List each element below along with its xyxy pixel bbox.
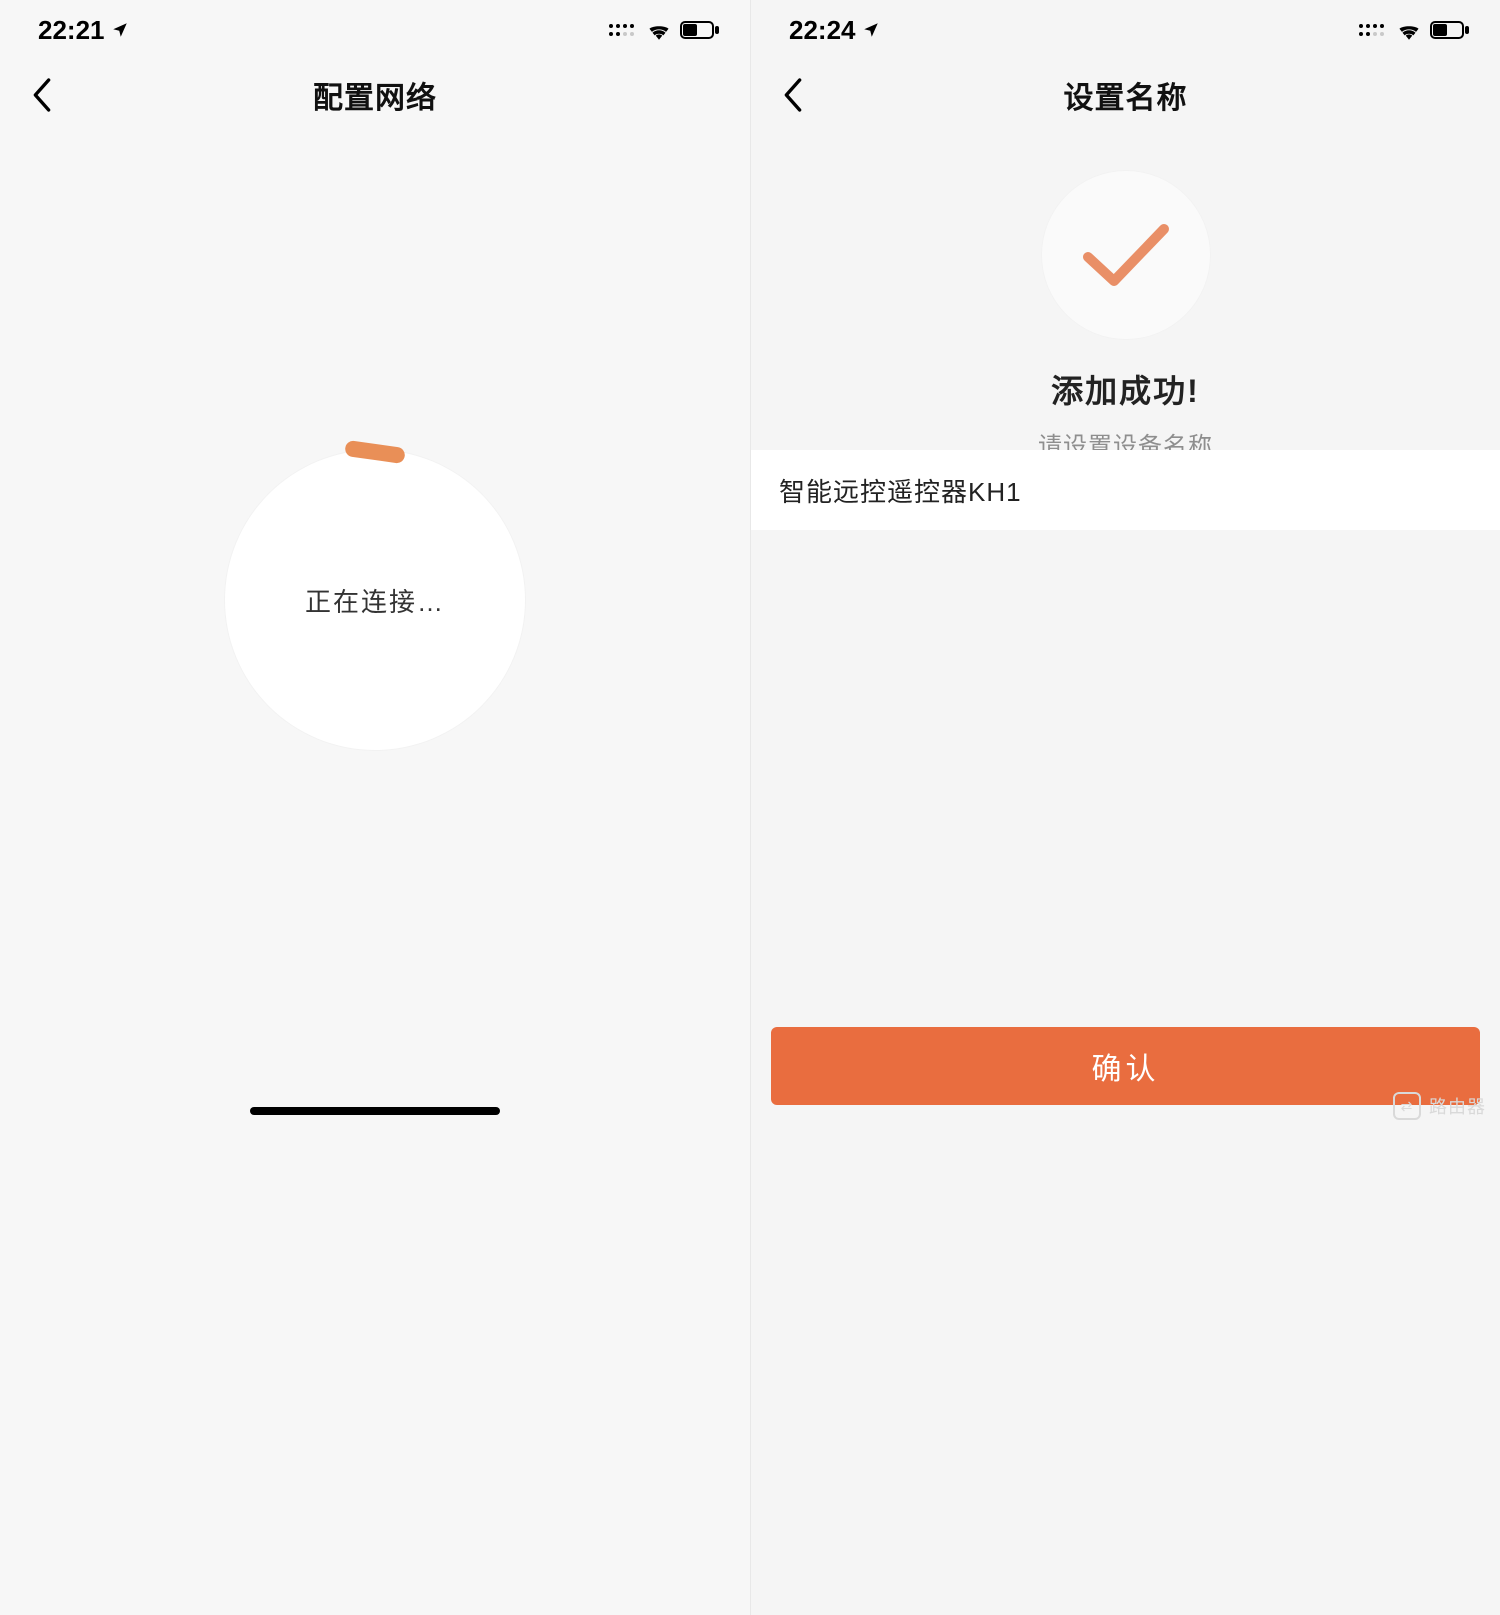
status-time: 22:24 [789, 15, 880, 46]
nav-bar: 配置网络 [0, 60, 750, 130]
connecting-circle: 正在连接… [225, 450, 525, 750]
back-button[interactable] [22, 75, 62, 115]
chevron-left-icon [783, 78, 803, 112]
watermark: ⇄ 路由器 [1393, 1092, 1486, 1120]
connecting-text: 正在连接… [305, 582, 445, 619]
clock: 22:21 [38, 15, 105, 46]
cellular-icon [1358, 21, 1388, 39]
wifi-icon [646, 20, 672, 40]
watermark-text: 路由器 [1429, 1093, 1486, 1119]
chevron-left-icon [32, 78, 52, 112]
page-title: 设置名称 [1064, 73, 1188, 117]
clock: 22:24 [789, 15, 856, 46]
back-button[interactable] [773, 75, 813, 115]
battery-icon [680, 21, 720, 39]
device-name-input[interactable] [751, 450, 1500, 530]
home-indicator[interactable] [250, 1107, 500, 1115]
status-icons [1358, 20, 1470, 40]
status-time: 22:21 [38, 15, 129, 46]
wifi-icon [1396, 20, 1422, 40]
success-circle [1041, 170, 1211, 340]
screen-set-name: 22:24 设置名称 添加成功! 请设置设备名称 确认 ⇄ 路由器 [750, 0, 1500, 1615]
nav-bar: 设置名称 [751, 60, 1500, 130]
connecting-indicator: 正在连接… [225, 450, 525, 750]
page-title: 配置网络 [313, 73, 437, 117]
confirm-button[interactable]: 确认 [771, 1027, 1480, 1105]
status-bar: 22:21 [0, 0, 750, 60]
cellular-icon [608, 21, 638, 39]
battery-icon [1430, 21, 1470, 39]
location-icon [111, 21, 129, 39]
success-panel: 添加成功! 请设置设备名称 [751, 170, 1500, 461]
watermark-icon: ⇄ [1393, 1092, 1421, 1120]
screen-configure-network: 22:21 配置网络 正在连接… [0, 0, 750, 1615]
location-icon [862, 21, 880, 39]
status-bar: 22:24 [751, 0, 1500, 60]
checkmark-icon [1076, 215, 1176, 295]
status-icons [608, 20, 720, 40]
success-title: 添加成功! [1051, 366, 1200, 412]
